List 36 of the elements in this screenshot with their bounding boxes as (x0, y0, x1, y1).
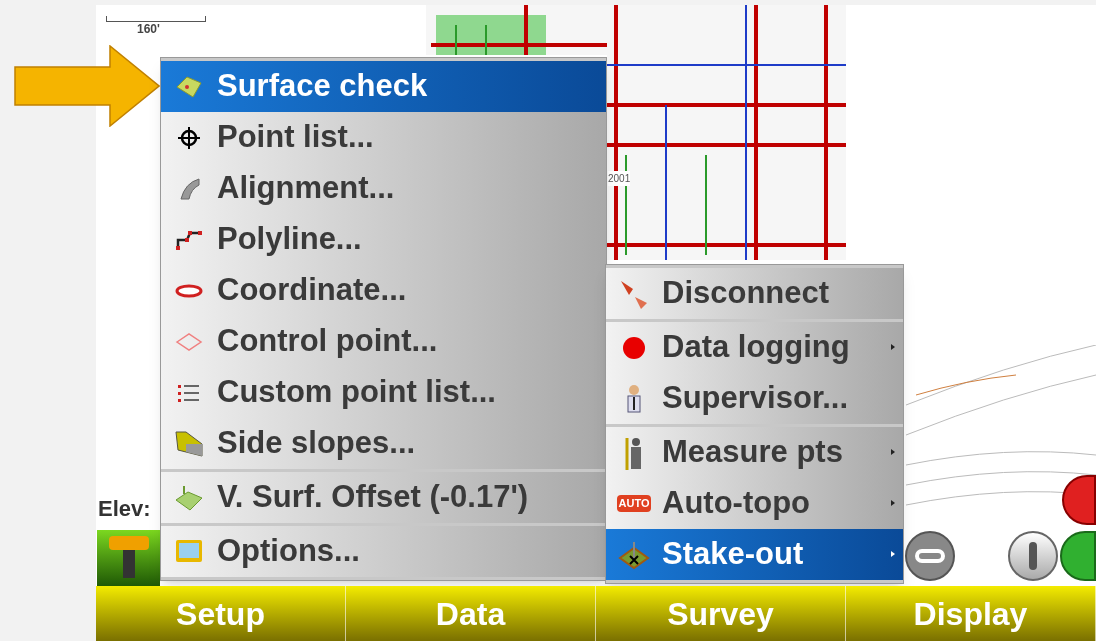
menu-item[interactable]: Options... (161, 526, 606, 577)
list-icon (177, 382, 201, 403)
menu-item[interactable]: Side slopes... (161, 418, 606, 469)
menu-item[interactable]: Supervisor... (606, 373, 903, 424)
menu-item[interactable]: Custom point list... (161, 367, 606, 418)
menu-item[interactable]: AUTO Auto-topo (606, 478, 903, 529)
menu-item[interactable]: Surface check (161, 61, 606, 112)
diamond-icon (175, 331, 203, 352)
menu-item[interactable]: Measure pts (606, 427, 903, 478)
menu-item[interactable]: Point list... (161, 112, 606, 163)
slope-icon (174, 429, 204, 458)
menu-item[interactable]: Stake-out (606, 529, 903, 580)
menu-item[interactable]: Coordinate... (161, 265, 606, 316)
surveyor-icon (624, 435, 644, 470)
person-icon (625, 383, 643, 414)
stake-icon (618, 539, 650, 570)
menu-item[interactable]: Polyline... (161, 214, 606, 265)
scale-bar-icon (106, 16, 206, 22)
menu-item[interactable]: V. Surf. Offset (-0.17') (161, 472, 606, 523)
surface-offset-icon (174, 483, 204, 512)
surface-icon (175, 74, 203, 99)
arrow-icon (14, 45, 160, 127)
road-icon (177, 176, 201, 201)
map-label: 2001 (608, 171, 631, 186)
auto-badge: AUTO (616, 495, 652, 512)
record-dot-icon (621, 334, 647, 361)
menu-item[interactable]: Disconnect (606, 268, 903, 319)
scale-label: 160' (137, 21, 160, 38)
crosshair-icon (177, 125, 201, 150)
elevation-label: Elev: (98, 495, 151, 523)
ellipse-icon (175, 282, 203, 299)
menu-item[interactable]: Data logging (606, 322, 903, 373)
gps-receiver-icon (97, 530, 160, 586)
disconnect-icon (619, 278, 649, 309)
menu-item[interactable]: Control point... (161, 316, 606, 367)
menu-item[interactable]: Alignment... (161, 163, 606, 214)
